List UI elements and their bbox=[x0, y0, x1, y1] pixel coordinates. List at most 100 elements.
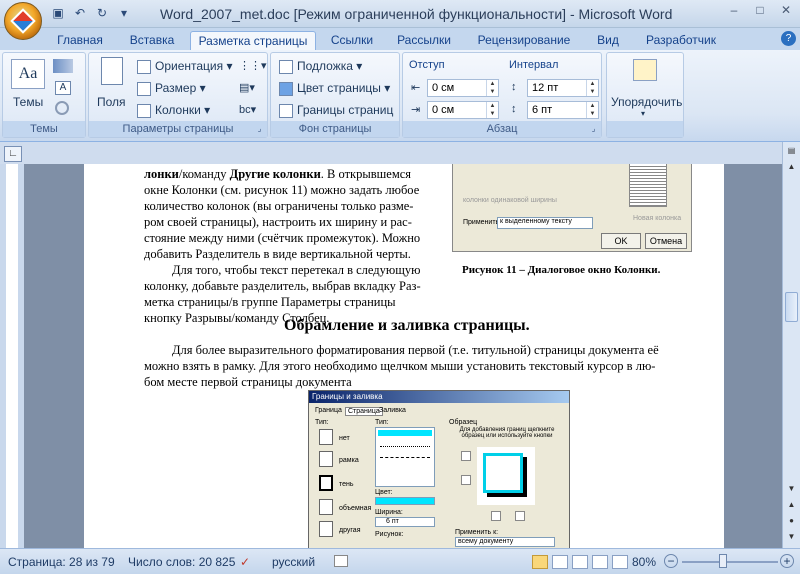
text-line: добавить Разделитель в виде вертикальной… bbox=[144, 247, 411, 261]
office-button[interactable] bbox=[4, 2, 42, 40]
apply-select[interactable]: к выделенному тексту bbox=[497, 217, 593, 229]
customize-qat-icon[interactable]: ▾ bbox=[116, 5, 132, 21]
fig2-type-custom-icon bbox=[319, 521, 333, 537]
zoom-in-icon[interactable]: + bbox=[780, 554, 794, 568]
previous-page-icon[interactable]: ▲ bbox=[785, 498, 798, 511]
zoom-out-icon[interactable]: − bbox=[664, 554, 678, 568]
tab-developer[interactable]: Разработчик bbox=[636, 31, 726, 50]
spacing-before-spinner-icon[interactable]: ▲ ▼ bbox=[586, 80, 598, 96]
minimize-button[interactable]: – bbox=[722, 2, 746, 20]
columns-icon bbox=[137, 103, 151, 118]
zoom-slider-thumb[interactable] bbox=[719, 554, 728, 568]
arrange-dropdown-icon[interactable]: ▾ bbox=[641, 109, 645, 118]
theme-effects-icon[interactable] bbox=[55, 101, 69, 115]
help-icon[interactable]: ? bbox=[781, 31, 796, 46]
indent-left-input[interactable]: 0 см ▲ ▼ bbox=[427, 79, 499, 97]
margins-button[interactable]: Поля bbox=[97, 95, 126, 109]
maximize-button[interactable]: □ bbox=[748, 2, 772, 20]
tab-view[interactable]: Вид bbox=[588, 31, 628, 50]
new-column-label: Новая колонка bbox=[633, 215, 682, 222]
cancel-button-fig[interactable]: Отмена bbox=[645, 233, 687, 249]
theme-fonts-icon[interactable]: A bbox=[55, 81, 71, 95]
indent-left-icon: ⇤ bbox=[411, 82, 421, 94]
word-count[interactable]: Число слов: 20 825 bbox=[128, 555, 235, 569]
scroll-thumb[interactable] bbox=[785, 292, 798, 322]
zoom-level[interactable]: 80% bbox=[632, 555, 656, 569]
fig2-line-type-label: Тип: bbox=[375, 419, 389, 426]
tab-review[interactable]: Рецензирование bbox=[466, 31, 582, 50]
arrange-button[interactable]: Упорядочить bbox=[611, 95, 682, 109]
tab-selector-icon[interactable]: ∟ bbox=[4, 146, 22, 162]
scroll-down-icon[interactable]: ▼ bbox=[785, 482, 798, 495]
paragraph-dialog-launcher-icon[interactable]: ⌟ bbox=[589, 124, 598, 133]
group-label-page-setup: Параметры страницы ⌟ bbox=[89, 121, 267, 137]
draft-view-icon[interactable] bbox=[612, 555, 628, 569]
arrange-icon[interactable] bbox=[633, 59, 657, 81]
spacing-after-input[interactable]: 6 пт ▲ ▼ bbox=[527, 101, 599, 119]
tab-references[interactable]: Ссылки bbox=[322, 31, 382, 50]
window-title: Word_2007_met.doc [Режим ограниченной фу… bbox=[160, 6, 673, 22]
next-page-icon[interactable]: ▼ bbox=[785, 530, 798, 543]
fig2-left-border-icon bbox=[491, 511, 501, 521]
fig2-color-label: Цвет: bbox=[375, 489, 393, 496]
tab-insert[interactable]: Вставка bbox=[120, 31, 184, 50]
zoom-slider-track[interactable] bbox=[682, 561, 778, 563]
apply-select-value: к выделенному тексту bbox=[500, 218, 572, 225]
fig2-tab-shading: Заливка bbox=[379, 407, 406, 414]
macro-recording-icon[interactable] bbox=[334, 555, 348, 567]
tab-page-layout[interactable]: Разметка страницы bbox=[190, 31, 316, 50]
save-icon[interactable]: ▣ bbox=[50, 5, 66, 21]
indent-left-spinner-icon[interactable]: ▲ ▼ bbox=[486, 80, 498, 96]
fig2-apply-select: всему документу bbox=[455, 537, 555, 547]
page[interactable]: лонки/команду Другие колонки. В открывше… bbox=[84, 164, 724, 548]
spelling-check-icon[interactable]: ✓ bbox=[240, 555, 250, 569]
ok-button[interactable]: OK bbox=[601, 233, 641, 249]
group-page-setup: Поля Ориентация ▾ Размер ▾ Колонки ▾ ⋮⋮▾… bbox=[88, 52, 268, 138]
theme-colors-icon[interactable] bbox=[53, 59, 73, 73]
vertical-scrollbar[interactable]: ▤ ▲ ▼ ▲ ● ▼ bbox=[782, 142, 800, 548]
margins-icon[interactable] bbox=[101, 57, 123, 85]
print-layout-view-icon[interactable] bbox=[532, 555, 548, 569]
fig2-type-3d-icon bbox=[319, 499, 333, 515]
orientation-button[interactable]: Ориентация ▾ bbox=[137, 59, 232, 74]
language[interactable]: русский bbox=[272, 555, 315, 569]
breaks-icon[interactable]: ⋮⋮▾ bbox=[239, 59, 267, 72]
dialog-launcher-icon[interactable]: ⌟ bbox=[255, 124, 264, 133]
fig2-pattern-label: Рисунок: bbox=[375, 531, 404, 538]
page-color-button[interactable]: Цвет страницы ▾ bbox=[279, 81, 390, 96]
page-borders-button[interactable]: Границы страниц bbox=[279, 103, 393, 118]
web-layout-view-icon[interactable] bbox=[572, 555, 588, 569]
indent-right-input[interactable]: 0 см ▲ ▼ bbox=[427, 101, 499, 119]
scroll-up-icon[interactable]: ▲ bbox=[785, 160, 798, 173]
undo-icon[interactable]: ↶ bbox=[72, 5, 88, 21]
themes-icon[interactable]: Aa bbox=[11, 59, 45, 89]
fig2-width-label: Ширина: bbox=[375, 509, 403, 516]
text-line: количество колонок (вы ограничены только… bbox=[144, 199, 414, 213]
close-button[interactable]: ✕ bbox=[774, 2, 798, 20]
spacing-after-spinner-icon[interactable]: ▲ ▼ bbox=[586, 102, 598, 118]
tab-mailings[interactable]: Рассылки bbox=[388, 31, 460, 50]
outline-view-icon[interactable] bbox=[592, 555, 608, 569]
fig2-type-none: нет bbox=[339, 435, 350, 442]
spacing-before-input[interactable]: 12 пт ▲ ▼ bbox=[527, 79, 599, 97]
preview-image bbox=[629, 164, 667, 207]
columns-button[interactable]: Колонки ▾ bbox=[137, 103, 210, 118]
page-count[interactable]: Страница: 28 из 79 bbox=[8, 555, 115, 569]
columns-label: Колонки bbox=[155, 103, 201, 117]
indent-right-spinner-icon[interactable]: ▲ ▼ bbox=[486, 102, 498, 118]
ruler-toggle-icon[interactable]: ▤ bbox=[785, 144, 798, 157]
size-button[interactable]: Размер ▾ bbox=[137, 81, 206, 96]
group-label-arrange bbox=[607, 121, 683, 137]
line-numbers-icon[interactable]: ▤▾ bbox=[239, 81, 255, 94]
fig2-type-3d: объемная bbox=[339, 505, 372, 512]
hyphenation-icon[interactable]: bc▾ bbox=[239, 103, 256, 116]
figure-columns-dialog: колонки одинаковой ширины Применить: к в… bbox=[452, 164, 692, 252]
redo-icon[interactable]: ↻ bbox=[94, 5, 110, 21]
text-line: колонку, добавьте разделитель, выбрав вк… bbox=[144, 279, 421, 293]
full-screen-view-icon[interactable] bbox=[552, 555, 568, 569]
themes-button[interactable]: Темы bbox=[13, 95, 43, 109]
tab-home[interactable]: Главная bbox=[52, 31, 108, 50]
page-borders-icon bbox=[279, 103, 293, 118]
watermark-button[interactable]: Подложка ▾ bbox=[279, 59, 362, 74]
browse-object-icon[interactable]: ● bbox=[785, 514, 798, 527]
